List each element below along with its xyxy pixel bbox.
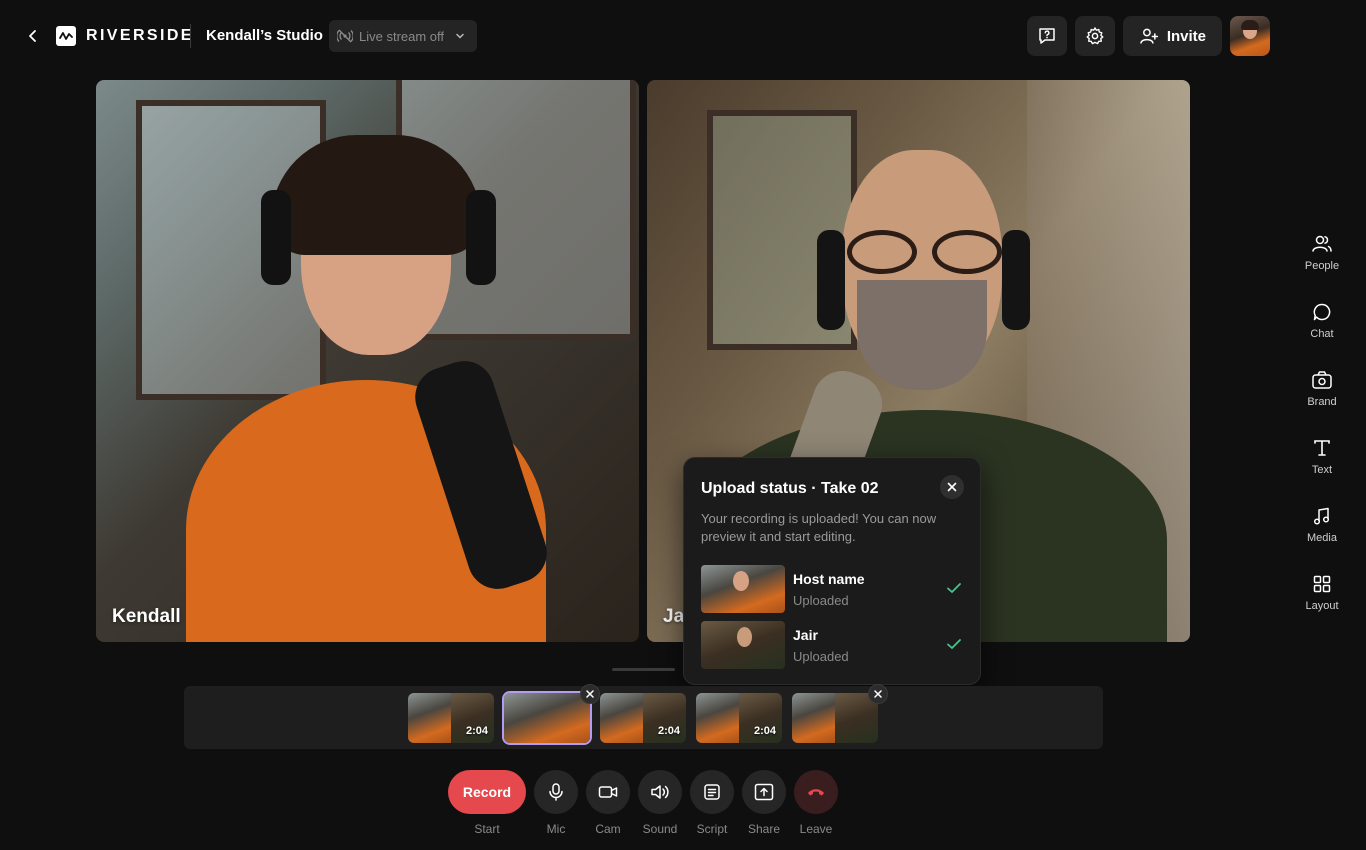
sidebar-item-label: Text [1311,464,1333,476]
studio-name: Kendall’s Studio [206,27,323,44]
text-icon [1314,440,1330,456]
sound-button[interactable] [638,770,682,814]
help-chat-icon [1039,28,1055,44]
take-duration: 2:04 [657,725,680,737]
share-label: Share [747,822,781,836]
leave-label: Leave [799,822,833,836]
header-divider [190,24,191,48]
check-icon [947,583,961,593]
hang-up-icon [808,789,824,796]
upload-item-name: Host name [793,571,865,587]
settings-button[interactable] [1075,16,1115,56]
chevron-down-icon [456,33,464,39]
take-thumbnail[interactable]: 2:04 [696,693,782,743]
jair-thumbnail [701,621,785,669]
share-button[interactable] [742,770,786,814]
sidebar-item-brand[interactable]: Brand [1296,370,1348,408]
record-button[interactable]: Record [448,770,526,814]
script-icon [704,784,720,800]
leave-button[interactable] [794,770,838,814]
sidebar-item-label: People [1304,260,1340,272]
invite-button[interactable]: Invite [1123,16,1222,56]
upload-item: Jair Uploaded [701,621,963,669]
close-icon [586,690,594,698]
layout-grid-icon [1313,575,1331,593]
riverside-logo[interactable]: RIVERSIDE [56,26,194,46]
close-icon [874,690,882,698]
video-tile-kendall[interactable]: Kendall [96,80,639,642]
live-stream-label: Live stream off [359,28,445,44]
resize-handle[interactable] [612,668,675,671]
upload-status-panel: Upload status · Take 02 Your recording i… [683,457,981,685]
cam-label: Cam [595,822,621,836]
chevron-left-icon [29,30,36,42]
brand-name: RIVERSIDE [86,27,194,44]
sidebar-item-label: Media [1307,532,1337,544]
broadcast-off-icon [337,29,353,43]
upload-status-title: Upload status · Take 02 [701,480,879,497]
mic-label: Mic [546,822,566,836]
take-thumbnail[interactable]: 2:04 [600,693,686,743]
speaker-icon [651,785,669,799]
microphone-icon [549,783,563,801]
sidebar-item-layout[interactable]: Layout [1296,574,1348,612]
participant-name: Ja [663,606,685,627]
upload-item: Host name Uploaded [701,565,963,613]
riverside-logo-icon [56,26,76,46]
take-thumbnail[interactable]: 2:04 [408,693,494,743]
start-label: Start [474,822,500,836]
close-icon [947,482,957,492]
upload-description: Your recording is uploaded! You can now … [701,511,937,544]
sidebar-item-media[interactable]: Media [1296,506,1348,544]
remove-take-button[interactable] [580,684,600,704]
add-user-icon [1140,28,1159,44]
sidebar-item-label: Chat [1310,328,1334,340]
take-duration: 2:04 [753,725,776,737]
invite-label: Invite [1166,27,1206,45]
upload-item-status: Uploaded [793,593,849,608]
live-stream-dropdown[interactable]: Live stream off [329,20,477,52]
sidebar-item-label: Layout [1305,600,1339,612]
cam-button[interactable] [586,770,630,814]
script-label: Script [696,822,728,836]
sound-label: Sound [642,822,678,836]
sidebar-item-label: Brand [1307,396,1337,408]
camera-icon [598,786,618,798]
check-icon [947,639,961,649]
avatar[interactable] [1230,16,1270,56]
host-thumbnail [701,565,785,613]
people-icon [1312,235,1332,252]
chat-icon [1313,303,1331,321]
take-thumbnail-selected[interactable] [502,691,592,745]
share-screen-icon [754,783,774,801]
take-thumbnail[interactable] [792,693,878,743]
sidebar-item-text[interactable]: Text [1296,438,1348,476]
gear-icon [1086,27,1104,45]
upload-item-name: Jair [793,627,818,643]
script-button[interactable] [690,770,734,814]
close-button[interactable] [940,475,964,499]
back-button[interactable] [22,24,44,48]
remove-take-button[interactable] [868,684,888,704]
upload-item-status: Uploaded [793,649,849,664]
mic-button[interactable] [534,770,578,814]
sidebar-item-people[interactable]: People [1296,234,1348,272]
music-note-icon [1313,507,1330,525]
sidebar-item-chat[interactable]: Chat [1296,302,1348,340]
participant-name: Kendall [112,606,181,627]
brand-icon [1312,371,1332,389]
take-duration: 2:04 [465,725,488,737]
help-button[interactable] [1027,16,1067,56]
